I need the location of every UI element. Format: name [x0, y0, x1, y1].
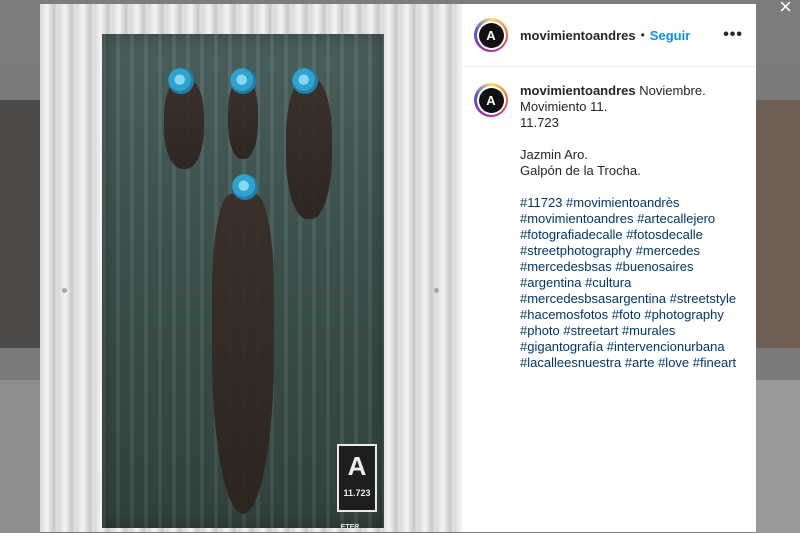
hashtag-link[interactable]: #movimientoandrès	[566, 195, 679, 210]
hashtag-link[interactable]: #artecallejero	[637, 211, 715, 226]
poster-small-text: ETER	[340, 524, 360, 531]
avatar-ring: A	[476, 85, 506, 115]
caption-row: A movimientoandres Noviembre. Movimiento…	[462, 67, 756, 371]
hashtag-link[interactable]: #gigantografía	[520, 339, 603, 354]
hashtag-link[interactable]: #fineart	[693, 355, 736, 370]
background-tile-left	[0, 100, 40, 348]
poster-logo-letter: A	[347, 451, 367, 481]
post-image[interactable]: A 11.723 ETER	[40, 4, 461, 532]
paint-cap	[232, 174, 258, 200]
hashtag-link[interactable]: #hacemosfotos	[520, 307, 608, 322]
caption-first-line: movimientoandres Noviembre.	[520, 83, 740, 99]
avatar-logo: A	[478, 22, 504, 48]
hashtag-line: #mercedesbsasargentina #streetstyle	[520, 291, 740, 307]
hashtag-link[interactable]: #mercedesbsas	[520, 259, 612, 274]
caption-line: Movimiento 11.	[520, 99, 608, 114]
post-side-panel: A movimientoandres • Seguir ••• A movimi…	[461, 4, 756, 532]
hashtag-link[interactable]: #streetstyle	[670, 291, 736, 306]
background-tile-right-lower	[756, 380, 800, 533]
hashtag-link[interactable]: #cultura	[585, 275, 631, 290]
hashtag-link[interactable]: #fotografiadecalle	[520, 227, 623, 242]
post-header: A movimientoandres • Seguir •••	[462, 4, 756, 67]
caption-line: Jazmin Aro.	[520, 147, 588, 162]
hashtag-link[interactable]: #argentina	[520, 275, 581, 290]
header-username[interactable]: movimientoandres	[520, 28, 636, 43]
poster-number: 11.723	[343, 488, 371, 498]
close-button[interactable]: ×	[779, 0, 792, 18]
avatar-ring: A	[476, 20, 506, 50]
hashtag-line: #gigantografía #intervencionurbana	[520, 339, 740, 355]
paint-drip	[286, 79, 332, 219]
caption-gap	[520, 131, 740, 147]
post-modal: A 11.723 ETER A movimientoandres • Segui…	[40, 4, 756, 532]
hashtag-line: #streetphotography #mercedes	[520, 243, 740, 259]
hashtag-line: #fotografiadecalle #fotosdecalle	[520, 227, 740, 243]
caption-line: Noviembre.	[639, 83, 706, 98]
background-tile-left-lower	[0, 380, 40, 533]
hashtags: #11723 #movimientoandrès #movimientoandre…	[520, 195, 740, 371]
hashtag-line: #hacemosfotos #foto #photography	[520, 307, 740, 323]
separator-dot: •	[640, 28, 645, 42]
hashtag-link[interactable]: #mercedes	[636, 243, 700, 258]
caption-gap	[520, 179, 740, 195]
background-tile-right	[756, 100, 800, 348]
hashtag-link[interactable]: #arte	[625, 355, 655, 370]
caption: movimientoandres Noviembre. Movimiento 1…	[520, 83, 740, 371]
poster-logo: A 11.723	[337, 444, 377, 512]
hashtag-link[interactable]: #lacalleesnuestra	[520, 355, 621, 370]
hashtag-link[interactable]: #streetphotography	[520, 243, 632, 258]
avatar[interactable]: A	[474, 18, 508, 52]
poster: A 11.723 ETER	[102, 34, 384, 531]
hashtag-line: #argentina #cultura	[520, 275, 740, 291]
hashtag-link[interactable]: #photo	[520, 323, 560, 338]
caption-username[interactable]: movimientoandres	[520, 83, 636, 98]
hashtag-line: #11723 #movimientoandrès	[520, 195, 740, 211]
hashtag-line: #mercedesbsas #buenosaires	[520, 259, 740, 275]
avatar-logo: A	[478, 87, 504, 113]
more-options-icon[interactable]: •••	[723, 26, 743, 44]
paint-cap	[292, 68, 318, 94]
hashtag-link[interactable]: #fotosdecalle	[626, 227, 703, 242]
wall-rivet	[62, 288, 67, 293]
hashtag-link[interactable]: #11723	[520, 195, 562, 210]
hashtag-link[interactable]: #love	[658, 355, 689, 370]
hashtag-link[interactable]: #streetart	[563, 323, 618, 338]
caption-avatar[interactable]: A	[474, 83, 508, 117]
hashtag-link[interactable]: #murales	[622, 323, 675, 338]
paint-drip	[212, 194, 274, 514]
hashtag-link[interactable]: #mercedesbsasargentina	[520, 291, 666, 306]
hashtag-link[interactable]: #movimientoandres	[520, 211, 633, 226]
follow-button[interactable]: Seguir	[650, 28, 690, 43]
hashtag-line: #lacalleesnuestra #arte #love #fineart	[520, 355, 740, 371]
hashtag-link[interactable]: #buenosaires	[615, 259, 693, 274]
paint-cap	[230, 68, 256, 94]
hashtag-line: #photo #streetart #murales	[520, 323, 740, 339]
hashtag-link[interactable]: #foto	[612, 307, 641, 322]
hashtag-link[interactable]: #photography	[644, 307, 724, 322]
hashtag-line: #movimientoandres #artecallejero	[520, 211, 740, 227]
hashtag-link[interactable]: #intervencionurbana	[607, 339, 725, 354]
wall-rivet	[434, 288, 439, 293]
caption-line: Galpón de la Trocha.	[520, 163, 641, 178]
paint-cap	[168, 68, 194, 94]
caption-line: 11.723	[520, 115, 559, 130]
